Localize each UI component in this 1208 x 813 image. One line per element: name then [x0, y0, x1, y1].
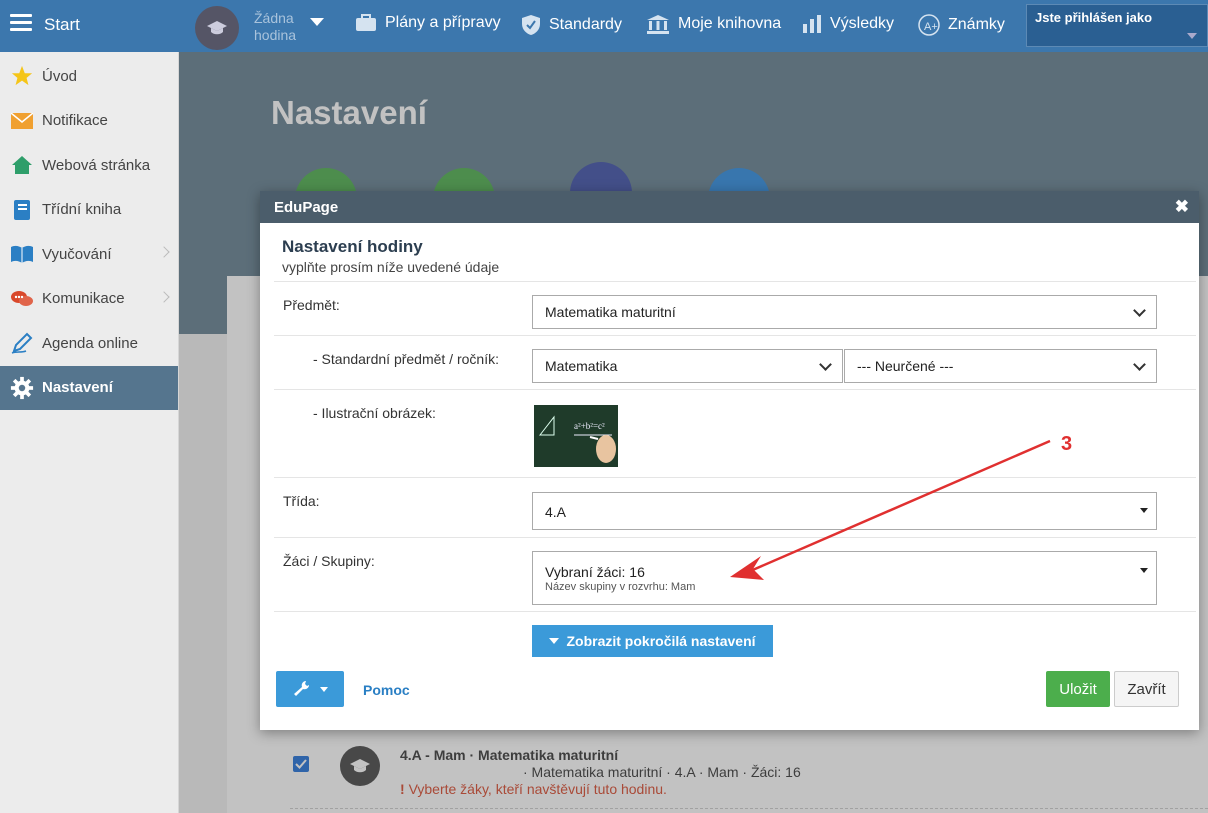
annotation-arrow	[730, 439, 1051, 580]
annotation-number: 3	[1061, 433, 1073, 455]
